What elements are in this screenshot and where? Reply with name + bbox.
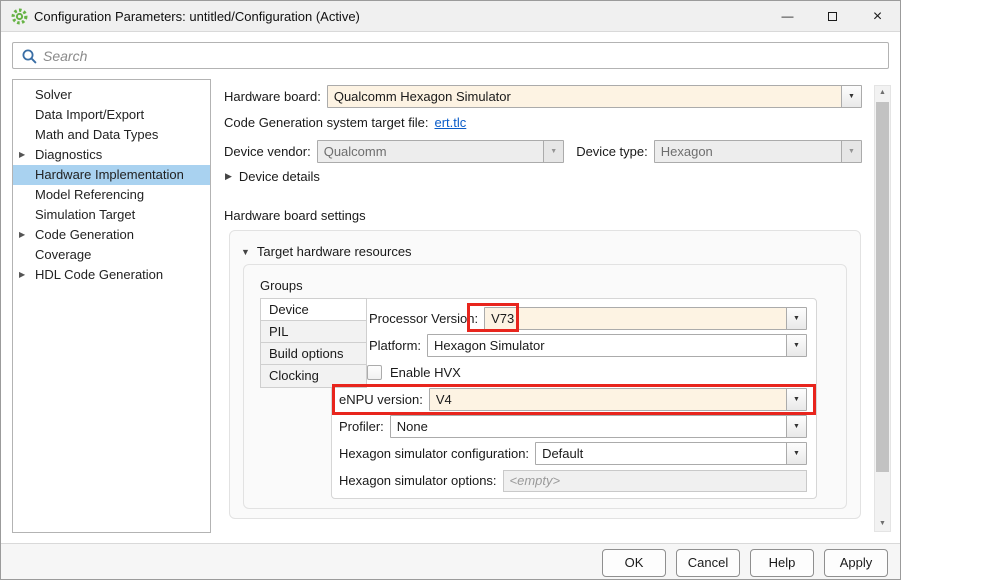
scrollbar-thumb[interactable]: [876, 102, 889, 472]
expanded-arrow-icon[interactable]: ▼: [241, 247, 250, 257]
expand-arrow-icon[interactable]: ▶: [19, 145, 25, 165]
apply-button[interactable]: Apply: [824, 549, 888, 577]
dropdown-arrow-icon: ▼: [841, 141, 861, 162]
simulator-configuration-dropdown[interactable]: Default ▼: [535, 442, 807, 465]
device-vendor-dropdown: Qualcomm ▼: [317, 140, 564, 163]
minimize-button[interactable]: —: [765, 1, 810, 32]
sidebar-item-coverage[interactable]: Coverage: [13, 245, 210, 265]
sidebar-item-code-generation[interactable]: ▶Code Generation: [13, 225, 210, 245]
sidebar-item-hdl-code-generation[interactable]: ▶HDL Code Generation: [13, 265, 210, 285]
search-box: [12, 42, 889, 69]
enpu-version-dropdown[interactable]: V4 ▼: [429, 388, 807, 411]
title-bar: Configuration Parameters: untitled/Confi…: [1, 1, 900, 32]
footer-bar: OK Cancel Help Apply: [1, 543, 900, 579]
processor-version-dropdown[interactable]: V73 ▼: [484, 307, 807, 330]
sidebar-item-solver[interactable]: Solver: [13, 85, 210, 105]
tab-clocking[interactable]: Clocking: [261, 365, 366, 387]
scroll-down-icon[interactable]: ▼: [875, 517, 890, 531]
groups-tab-list: Device PIL Build options Clocking: [260, 298, 367, 388]
system-target-file-label: Code Generation system target file:: [224, 115, 429, 130]
dropdown-arrow-icon[interactable]: ▼: [841, 86, 861, 107]
tab-build-options[interactable]: Build options: [261, 343, 366, 365]
sidebar-item-hardware-implementation[interactable]: Hardware Implementation: [13, 165, 210, 185]
dropdown-arrow-icon[interactable]: ▼: [786, 335, 806, 356]
scroll-up-icon[interactable]: ▲: [875, 86, 890, 100]
hardware-board-settings-label: Hardware board settings: [224, 208, 366, 223]
search-input[interactable]: [43, 44, 873, 67]
sidebar-item-math-and-data-types[interactable]: Math and Data Types: [13, 125, 210, 145]
dropdown-arrow-icon[interactable]: ▼: [786, 308, 806, 329]
enable-hvx-checkbox[interactable]: [367, 365, 382, 380]
profiler-dropdown[interactable]: None ▼: [390, 415, 807, 438]
platform-label: Platform:: [369, 338, 421, 353]
processor-version-label: Processor Version:: [369, 311, 478, 326]
sidebar-tree: Solver Data Import/Export Math and Data …: [12, 79, 211, 533]
dropdown-arrow-icon[interactable]: ▼: [786, 389, 806, 410]
target-hardware-resources-expander[interactable]: ▼ Target hardware resources: [241, 240, 541, 263]
profiler-label: Profiler:: [339, 419, 384, 434]
hardware-board-label: Hardware board:: [224, 89, 321, 104]
sidebar-item-simulation-target[interactable]: Simulation Target: [13, 205, 210, 225]
config-gear-icon: [11, 8, 28, 30]
window-title: Configuration Parameters: untitled/Confi…: [34, 1, 360, 32]
enable-hvx-label: Enable HVX: [390, 365, 461, 380]
tab-pil[interactable]: PIL: [261, 321, 366, 343]
dropdown-arrow-icon: ▼: [543, 141, 563, 162]
help-button[interactable]: Help: [750, 549, 814, 577]
sidebar-item-model-referencing[interactable]: Model Referencing: [13, 185, 210, 205]
device-type-label: Device type:: [576, 144, 648, 159]
ok-button[interactable]: OK: [602, 549, 666, 577]
system-target-file-link[interactable]: ert.tlc: [435, 115, 467, 130]
sidebar-item-diagnostics[interactable]: ▶Diagnostics: [13, 145, 210, 165]
sidebar-item-data-import-export[interactable]: Data Import/Export: [13, 105, 210, 125]
tab-device[interactable]: Device: [261, 299, 366, 321]
hardware-board-dropdown[interactable]: Qualcomm Hexagon Simulator ▼: [327, 85, 862, 108]
expand-arrow-icon[interactable]: ▶: [19, 265, 25, 285]
search-icon: [21, 48, 38, 65]
cancel-button[interactable]: Cancel: [676, 549, 740, 577]
device-vendor-label: Device vendor:: [224, 144, 311, 159]
dropdown-arrow-icon[interactable]: ▼: [786, 416, 806, 437]
maximize-icon: [828, 12, 837, 21]
platform-dropdown[interactable]: Hexagon Simulator ▼: [427, 334, 807, 357]
maximize-button[interactable]: [810, 1, 855, 32]
dropdown-arrow-icon[interactable]: ▼: [786, 443, 806, 464]
expand-arrow-icon[interactable]: ▶: [19, 225, 25, 245]
dialog-window: Configuration Parameters: untitled/Confi…: [0, 0, 901, 580]
vertical-scrollbar[interactable]: ▲ ▼: [874, 85, 891, 532]
enpu-version-label: eNPU version:: [339, 392, 423, 407]
simulator-options-input: [503, 470, 807, 492]
device-details-expander[interactable]: ▶ Device details: [225, 165, 525, 188]
device-type-dropdown: Hexagon ▼: [654, 140, 862, 163]
collapsed-arrow-icon[interactable]: ▶: [225, 171, 232, 182]
groups-label: Groups: [260, 278, 303, 293]
simulator-configuration-label: Hexagon simulator configuration:: [339, 446, 529, 461]
close-button[interactable]: ×: [855, 1, 900, 32]
simulator-options-label: Hexagon simulator options:: [339, 473, 497, 488]
